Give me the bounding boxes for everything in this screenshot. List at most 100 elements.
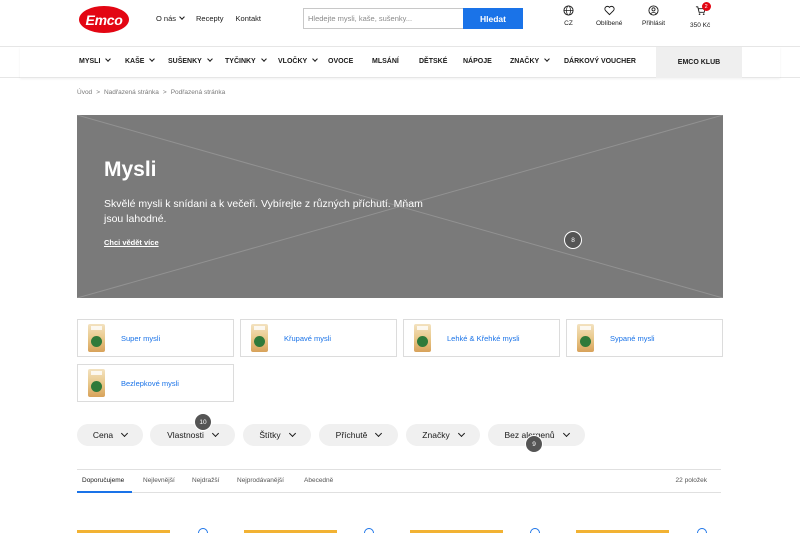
nav-item-susenky-label: SUŠENKY bbox=[168, 58, 202, 65]
nav-item-napoje[interactable]: NÁPOJE bbox=[463, 58, 492, 65]
favorites-button[interactable]: Oblíbené bbox=[596, 5, 622, 27]
nav-item-znacky-label: ZNAČKY bbox=[510, 58, 540, 65]
link-contact[interactable]: Kontakt bbox=[236, 14, 261, 23]
nav-item-susenky[interactable]: SUŠENKY bbox=[168, 56, 213, 65]
category-label: Lehké & Křehké mysli bbox=[447, 333, 520, 343]
product-thumbnail bbox=[577, 324, 594, 352]
annotation-marker: 8 bbox=[564, 231, 582, 249]
product-thumbnail bbox=[88, 369, 105, 397]
tab-recommended[interactable]: Doporučujeme bbox=[82, 477, 124, 484]
cart-count-badge: 2 bbox=[701, 2, 711, 11]
category-card-bezlepkove[interactable]: Bezlepkové mysli bbox=[77, 364, 234, 402]
chevron-down-icon bbox=[149, 56, 156, 62]
hero-more-link[interactable]: Chci vědět více bbox=[104, 238, 159, 247]
login-button[interactable]: Přihlásit bbox=[642, 5, 665, 27]
filter-properties[interactable]: Vlastnosti bbox=[150, 424, 235, 446]
heart-icon[interactable] bbox=[530, 528, 540, 533]
chevron-down-icon bbox=[211, 429, 219, 437]
breadcrumb-separator: > bbox=[162, 89, 167, 96]
tab-bestselling[interactable]: Nejprodávanější bbox=[237, 477, 284, 484]
hero-banner: Mysli Skvělé mysli k snídani a k večeři.… bbox=[77, 115, 723, 298]
language-switcher[interactable]: CZ bbox=[563, 5, 574, 27]
language-label: CZ bbox=[564, 20, 573, 27]
breadcrumb-home[interactable]: Úvod bbox=[77, 89, 92, 96]
nav-item-mysli-label: MYSLI bbox=[79, 58, 101, 65]
breadcrumb: Úvod > Nadřazená stránka > Podřazená str… bbox=[77, 89, 225, 96]
tab-alphabetical[interactable]: Abecedně bbox=[304, 477, 333, 484]
cart-total: 350 Kč bbox=[690, 22, 711, 29]
breadcrumb-current: Podřazená stránka bbox=[170, 89, 226, 96]
nav-item-tycinky[interactable]: TYČINKY bbox=[225, 56, 267, 65]
link-about[interactable]: O nás bbox=[156, 14, 185, 23]
chevron-down-icon bbox=[375, 429, 383, 437]
category-card-lehke[interactable]: Lehké & Křehké mysli bbox=[403, 319, 560, 357]
category-card-krupave[interactable]: Křupavé mysli bbox=[240, 319, 397, 357]
search-button[interactable]: Hledat bbox=[463, 8, 523, 29]
nav-item-ovoce[interactable]: OVOCE bbox=[328, 58, 353, 65]
filter-flavors-label: Příchutě bbox=[335, 430, 368, 440]
search-input[interactable] bbox=[303, 8, 463, 29]
category-label: Super mysli bbox=[121, 333, 161, 343]
category-label: Bezlepkové mysli bbox=[121, 378, 179, 388]
chevron-down-icon bbox=[312, 56, 319, 62]
filter-brands[interactable]: Značky bbox=[406, 424, 480, 446]
annotation-marker: 10 bbox=[194, 413, 212, 431]
link-about-label: O nás bbox=[156, 14, 177, 23]
chevron-down-icon bbox=[260, 56, 267, 62]
sort-tabs: Doporučujeme Nejlevnější Nejdražší Nejpr… bbox=[77, 469, 721, 493]
chevron-down-icon bbox=[288, 429, 296, 437]
top-links: O nás Recepty Kontakt bbox=[156, 14, 261, 23]
link-recipes[interactable]: Recepty bbox=[196, 14, 224, 23]
heart-icon[interactable] bbox=[697, 528, 707, 533]
nav-item-tycinky-label: TYČINKY bbox=[225, 58, 256, 65]
chevron-down-icon bbox=[105, 56, 112, 62]
active-tab-indicator bbox=[77, 491, 132, 493]
nav-item-kase-label: KAŠE bbox=[125, 58, 145, 65]
chevron-down-icon bbox=[121, 429, 129, 437]
nav-item-mlsani[interactable]: MLSÁNÍ bbox=[372, 58, 399, 65]
main-nav-inner: MYSLI KAŠE SUŠENKY TYČINKY VLOČKY OVOCE … bbox=[20, 47, 780, 78]
nav-item-mysli[interactable]: MYSLI bbox=[79, 56, 112, 65]
nav-item-voucher[interactable]: DÁRKOVÝ VOUCHER bbox=[564, 58, 636, 65]
filter-properties-label: Vlastnosti bbox=[167, 430, 204, 440]
category-card-super[interactable]: Super mysli bbox=[77, 319, 234, 357]
hero-description: Skvělé mysli k snídani a k večeři. Vybír… bbox=[104, 198, 423, 225]
heart-icon[interactable] bbox=[198, 528, 208, 533]
chevron-down-icon bbox=[179, 14, 185, 20]
filter-brands-label: Značky bbox=[422, 430, 450, 440]
filter-tags[interactable]: Štítky bbox=[243, 424, 311, 446]
nav-item-znacky[interactable]: ZNAČKY bbox=[510, 56, 551, 65]
filter-tags-label: Štítky bbox=[259, 430, 281, 440]
nav-item-kase[interactable]: KAŠE bbox=[125, 56, 156, 65]
filter-price[interactable]: Cena bbox=[77, 424, 143, 446]
page-title: Mysli bbox=[104, 158, 157, 181]
globe-icon bbox=[563, 5, 574, 16]
category-label: Křupavé mysli bbox=[284, 333, 332, 343]
top-header: Emco O nás Recepty Kontakt Hledat CZ Obl… bbox=[0, 0, 800, 46]
user-icon bbox=[648, 5, 659, 16]
filter-price-label: Cena bbox=[92, 430, 114, 440]
annotation-marker: 9 bbox=[525, 435, 543, 453]
nav-item-vlocky[interactable]: VLOČKY bbox=[278, 56, 319, 65]
tab-most-expensive[interactable]: Nejdražší bbox=[192, 477, 219, 484]
breadcrumb-parent[interactable]: Nadřazená stránka bbox=[104, 89, 159, 96]
breadcrumb-separator: > bbox=[96, 89, 100, 96]
category-card-sypane[interactable]: Sypané mysli bbox=[566, 319, 723, 357]
filter-flavors[interactable]: Příchutě bbox=[319, 424, 398, 446]
heart-icon bbox=[604, 5, 615, 16]
emco-logo[interactable]: Emco bbox=[79, 6, 129, 33]
nav-item-detske[interactable]: DĚTSKÉ bbox=[419, 58, 447, 65]
tab-cheapest[interactable]: Nejlevnější bbox=[143, 477, 175, 484]
chevron-down-icon bbox=[562, 429, 570, 437]
nav-item-vlocky-label: VLOČKY bbox=[278, 58, 308, 65]
category-label: Sypané mysli bbox=[610, 333, 655, 343]
product-thumbnail bbox=[414, 324, 431, 352]
login-label: Přihlásit bbox=[642, 20, 666, 27]
chevron-down-icon bbox=[207, 56, 213, 62]
item-count: 22 položek bbox=[675, 477, 707, 484]
product-thumbnail bbox=[88, 324, 105, 352]
chevron-down-icon bbox=[457, 429, 465, 437]
heart-icon[interactable] bbox=[364, 528, 374, 533]
cart-button[interactable]: 2 350 Kč bbox=[690, 2, 711, 29]
nav-item-emco-club[interactable]: EMCO KLUB bbox=[656, 47, 742, 78]
